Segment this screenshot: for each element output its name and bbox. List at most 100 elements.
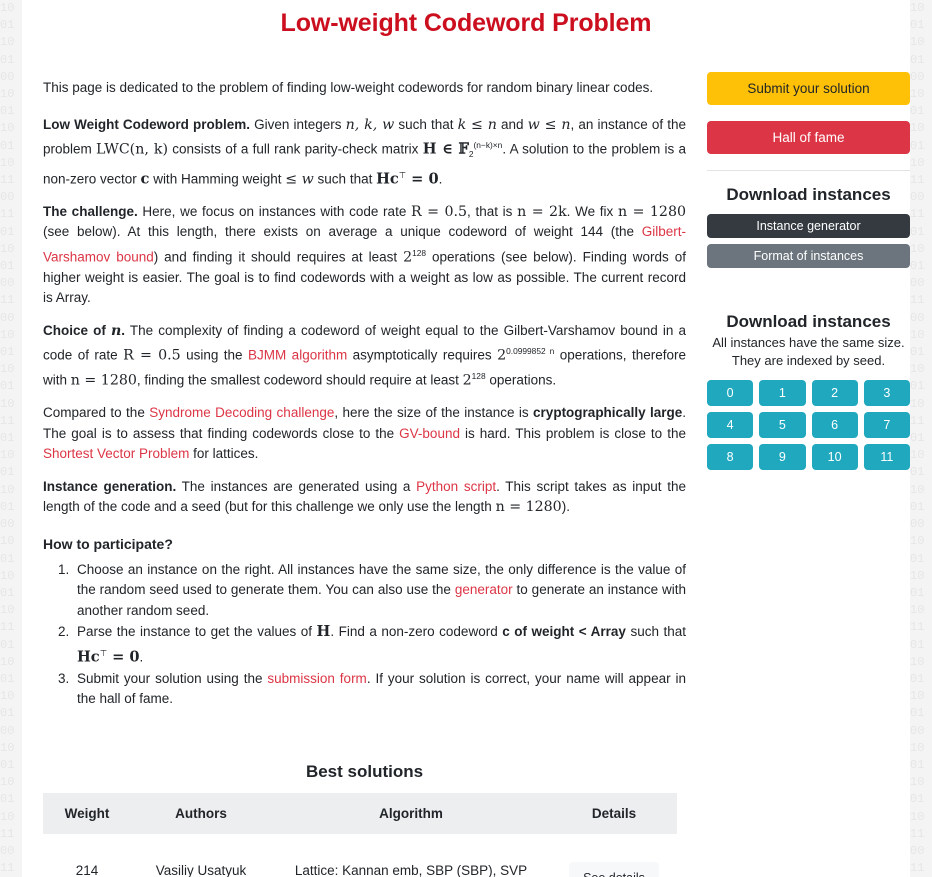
challenge-m3: n = 1280 bbox=[617, 203, 687, 220]
instgen-m1: n = 1280 bbox=[495, 499, 562, 516]
challenge-m2: n = 2k bbox=[517, 203, 567, 220]
instance-seed-button-6[interactable]: 6 bbox=[811, 412, 858, 438]
instance-seed-button-1[interactable]: 1 bbox=[759, 380, 806, 406]
download-instances-heading: Download instances bbox=[726, 185, 891, 204]
lwc-m9: = 0 bbox=[406, 170, 439, 188]
sidebar: Submit your solution Hall of fame Downlo… bbox=[686, 38, 910, 470]
lwc-m8: Hc bbox=[376, 170, 399, 188]
compare-t2: , here the size of the instance is bbox=[334, 405, 534, 421]
choice-label: Choice of bbox=[43, 322, 111, 338]
lwc-t5: consists of a full rank parity-check mat… bbox=[168, 141, 423, 157]
lwc-m1: n, k, w bbox=[345, 116, 395, 133]
challenge-t4: (see below). At this length, there exist… bbox=[43, 224, 642, 240]
lwc-t1: Given integers bbox=[250, 116, 346, 132]
paragraph-choice-of-n: Choice of n. The complexity of finding a… bbox=[43, 321, 686, 392]
lwc-t2: such that bbox=[394, 116, 458, 132]
challenge-t2: , that is bbox=[467, 203, 518, 219]
page-shell: Low-weight Codeword Problem This page is… bbox=[22, 0, 910, 877]
how-to-participate-heading: How to participate? bbox=[43, 535, 173, 552]
challenge-t3: . We fix bbox=[566, 203, 618, 219]
cell-authors: Vasiliy Usatyuk bbox=[155, 863, 247, 877]
lwc-t7: with Hamming weight bbox=[149, 171, 286, 187]
column-header-weight: Weight bbox=[43, 792, 131, 834]
instances-list-heading: Download instances bbox=[726, 312, 891, 331]
lwc-m5-sub: 2 bbox=[468, 149, 474, 160]
lwc-m3: w ≤ n bbox=[527, 116, 571, 133]
instance-seed-button-4[interactable]: 4 bbox=[707, 412, 754, 438]
challenge-label: The challenge. bbox=[43, 203, 138, 219]
lwc-m5: H ∈ 𝔽 bbox=[422, 140, 469, 158]
choice-m4: 2 bbox=[462, 372, 472, 389]
link-syndrome-decoding-challenge[interactable]: Syndrome Decoding challenge bbox=[149, 405, 334, 420]
lwc-m5-sup: (n−k)×n bbox=[473, 140, 503, 150]
instgen-t3: ). bbox=[561, 499, 570, 515]
choice-t2: using the bbox=[180, 347, 248, 363]
lwc-t8: such that bbox=[313, 171, 377, 187]
choice-label-m: n bbox=[110, 322, 122, 339]
step2-m1: H bbox=[316, 623, 331, 641]
step2-t4: . bbox=[139, 649, 144, 665]
table-head: Weight Authors Algorithm Details bbox=[43, 792, 677, 834]
participation-steps: Choose an instance on the right. All ins… bbox=[43, 560, 686, 710]
table-header-row: Weight Authors Algorithm Details bbox=[43, 792, 677, 834]
link-bjmm-algorithm[interactable]: BJMM algorithm bbox=[248, 348, 347, 363]
column-header-algorithm: Algorithm bbox=[271, 792, 551, 834]
instance-seed-button-10[interactable]: 10 bbox=[811, 444, 858, 470]
instgen-label: Instance generation. bbox=[43, 478, 177, 494]
paragraph-lwc-definition: Low Weight Codeword problem. Given integ… bbox=[43, 115, 686, 190]
instance-seed-button-11[interactable]: 11 bbox=[863, 444, 910, 470]
instance-seed-button-0[interactable]: 0 bbox=[707, 380, 754, 406]
paragraph-instance-generation: Instance generation. The instances are g… bbox=[43, 477, 686, 518]
step3-t1: Submit your solution using the bbox=[77, 670, 268, 686]
see-details-button[interactable]: See details bbox=[569, 861, 659, 877]
page-title: Low-weight Codeword Problem bbox=[280, 9, 652, 37]
step-item-1: Choose an instance on the right. All ins… bbox=[73, 560, 686, 622]
challenge-t5: ) and finding it should requires at leas… bbox=[153, 249, 404, 265]
lwc-t3: and bbox=[496, 116, 528, 132]
link-generator[interactable]: generator bbox=[455, 582, 513, 597]
hall-of-fame-button[interactable]: Hall of fame bbox=[707, 121, 910, 154]
column-header-details: Details bbox=[551, 792, 677, 834]
cell-details: See details bbox=[551, 834, 677, 877]
binary-background-right: 10 01 10 01 00 10 01 10 01 10 11 00 11 0… bbox=[910, 0, 932, 877]
step2-t1: Parse the instance to get the values of bbox=[77, 624, 317, 640]
compare-t1: Compared to the bbox=[43, 405, 150, 421]
choice-t5: , finding the smallest codeword should r… bbox=[136, 372, 463, 388]
step2-t3: such that bbox=[625, 624, 687, 640]
instance-generator-button[interactable]: Instance generator bbox=[707, 214, 910, 238]
column-header-authors: Authors bbox=[131, 792, 271, 834]
link-gv-bound[interactable]: GV-bound bbox=[399, 426, 460, 441]
intro-paragraph: This page is dedicated to the problem of… bbox=[43, 80, 654, 95]
step-item-3: Submit your solution using the submissio… bbox=[73, 669, 686, 710]
lwc-m2: k ≤ n bbox=[457, 116, 497, 133]
challenge-t1: Here, we focus on instances with code ra… bbox=[137, 203, 412, 219]
instance-seed-button-7[interactable]: 7 bbox=[863, 412, 910, 438]
step-item-2: Parse the instance to get the values of … bbox=[73, 622, 686, 668]
instance-seed-button-8[interactable]: 8 bbox=[707, 444, 754, 470]
instance-seed-button-9[interactable]: 9 bbox=[759, 444, 806, 470]
challenge-m4-sup: 128 bbox=[412, 247, 427, 258]
lwc-m7: ≤ w bbox=[285, 171, 314, 188]
instance-seed-button-5[interactable]: 5 bbox=[759, 412, 806, 438]
instance-seed-button-3[interactable]: 3 bbox=[863, 380, 910, 406]
sidebar-divider bbox=[707, 170, 910, 171]
table-row: 214 Vasiliy Usatyuk Lattice: Kannan emb,… bbox=[43, 834, 677, 877]
instances-note: All instances have the same size. They a… bbox=[707, 334, 910, 370]
compare-bold1: cryptographically large bbox=[533, 405, 683, 421]
submit-solution-button[interactable]: Submit your solution bbox=[707, 72, 910, 105]
cell-algorithm: Lattice: Kannan emb, SBP (SBP), SVP bbox=[294, 863, 528, 877]
content-columns: This page is dedicated to the problem of… bbox=[22, 38, 910, 877]
step2-t2: . Find a non-zero codeword bbox=[330, 624, 503, 640]
choice-m2: 2 bbox=[497, 347, 507, 364]
cell-weight: 214 bbox=[75, 863, 99, 877]
challenge-m1: R = 0.5 bbox=[411, 203, 468, 220]
link-submission-form[interactable]: submission form bbox=[267, 671, 366, 686]
best-solutions-title: Best solutions bbox=[305, 761, 424, 781]
choice-m1: R = 0.5 bbox=[123, 347, 181, 364]
format-of-instances-button[interactable]: Format of instances bbox=[707, 244, 910, 268]
link-shortest-vector-problem[interactable]: Shortest Vector Problem bbox=[43, 446, 189, 461]
instance-seed-button-2[interactable]: 2 bbox=[811, 380, 858, 406]
choice-m2-sup: 0.0999852 n bbox=[506, 346, 555, 357]
challenge-m4: 2 bbox=[403, 249, 413, 266]
link-python-script[interactable]: Python script bbox=[416, 479, 496, 494]
